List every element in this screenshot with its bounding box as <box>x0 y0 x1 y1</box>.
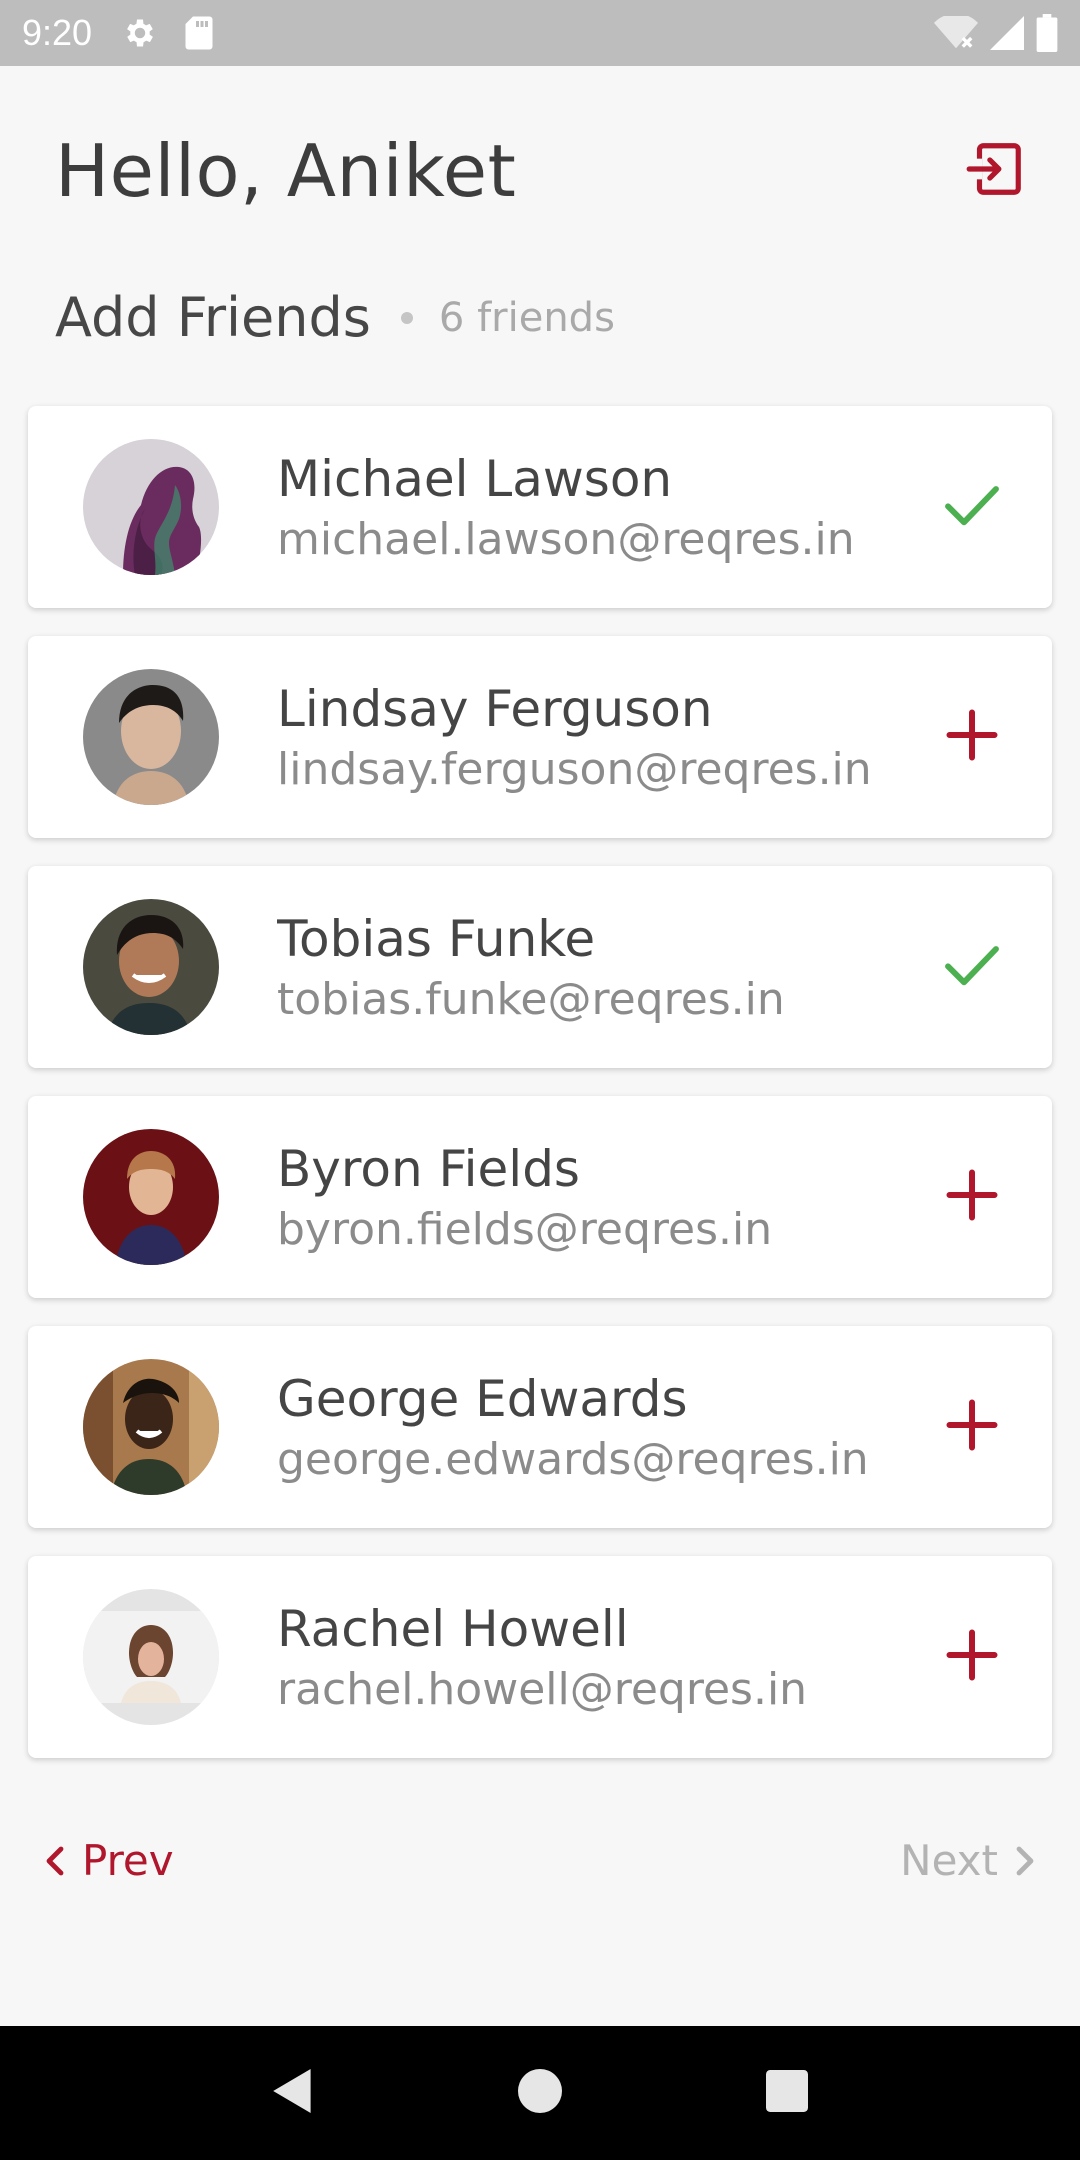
friend-name: Byron Fields <box>277 1139 580 1198</box>
battery-icon <box>1036 14 1058 52</box>
settings-icon <box>122 15 158 51</box>
friend-name: Lindsay Ferguson <box>277 679 713 738</box>
chevron-right-icon <box>1010 1841 1040 1881</box>
added-button[interactable] <box>932 467 1012 547</box>
add-friend-button[interactable] <box>932 1617 1012 1697</box>
status-bar: 9:20 <box>0 0 1080 66</box>
prev-label: Prev <box>82 1836 174 1885</box>
friend-name: George Edwards <box>277 1369 688 1428</box>
recents-square-icon <box>765 2070 808 2116</box>
next-label: Next <box>900 1836 998 1885</box>
friend-name: Michael Lawson <box>277 449 673 508</box>
avatar <box>83 899 219 1035</box>
check-icon <box>940 933 1004 1001</box>
home-circle-icon <box>517 2069 562 2117</box>
home-button[interactable] <box>500 2053 580 2133</box>
wifi-off-icon <box>934 16 978 50</box>
avatar <box>83 1359 219 1495</box>
add-friend-button[interactable] <box>932 1387 1012 1467</box>
friend-email: michael.lawson@reqres.in <box>277 513 855 565</box>
signal-icon <box>990 16 1024 50</box>
avatar <box>83 1129 219 1265</box>
plus-icon <box>942 1395 1002 1459</box>
friend-card[interactable]: Tobias Funke tobias.funke@reqres.in <box>28 866 1052 1068</box>
status-time: 9:20 <box>22 12 93 53</box>
sd-card-icon <box>184 15 214 51</box>
friends-list: Michael Lawson michael.lawson@reqres.in <box>28 406 1052 1786</box>
chevron-left-icon <box>40 1841 70 1881</box>
friend-email: george.edwards@reqres.in <box>277 1433 869 1485</box>
friend-name: Rachel Howell <box>277 1599 629 1658</box>
next-button[interactable]: Next <box>900 1836 1040 1885</box>
header: Hello, Aniket <box>55 116 1040 226</box>
plus-icon <box>942 1165 1002 1229</box>
friend-card[interactable]: Rachel Howell rachel.howell@reqres.in <box>28 1556 1052 1758</box>
logout-button[interactable] <box>950 126 1040 216</box>
prev-button[interactable]: Prev <box>40 1836 174 1885</box>
section-title: Add Friends <box>55 286 371 349</box>
greeting-title: Hello, Aniket <box>55 129 517 213</box>
section-header: Add Friends 6 friends <box>55 286 615 349</box>
logout-icon <box>964 138 1026 204</box>
added-button[interactable] <box>932 927 1012 1007</box>
avatar <box>83 1589 219 1725</box>
friend-email: rachel.howell@reqres.in <box>277 1663 808 1715</box>
friend-card[interactable]: Byron Fields byron.fields@reqres.in <box>28 1096 1052 1298</box>
pagination: Prev Next <box>40 1836 1040 1885</box>
avatar <box>83 669 219 805</box>
app-screen: Hello, Aniket Add Friends 6 friends Mich… <box>0 66 1080 2026</box>
recents-button[interactable] <box>747 2053 827 2133</box>
plus-icon <box>942 705 1002 769</box>
friend-name: Tobias Funke <box>277 909 596 968</box>
friend-card[interactable]: George Edwards george.edwards@reqres.in <box>28 1326 1052 1528</box>
friend-email: tobias.funke@reqres.in <box>277 973 785 1025</box>
friends-count: 6 friends <box>438 294 615 341</box>
avatar <box>83 439 219 575</box>
friend-card[interactable]: Lindsay Ferguson lindsay.ferguson@reqres… <box>28 636 1052 838</box>
back-triangle-icon <box>271 2066 315 2120</box>
plus-icon <box>942 1625 1002 1689</box>
separator-dot <box>400 311 413 324</box>
friend-card[interactable]: Michael Lawson michael.lawson@reqres.in <box>28 406 1052 608</box>
friend-email: byron.fields@reqres.in <box>277 1203 773 1255</box>
add-friend-button[interactable] <box>932 697 1012 777</box>
friend-email: lindsay.ferguson@reqres.in <box>277 743 872 795</box>
check-icon <box>940 473 1004 541</box>
navigation-bar <box>0 2026 1080 2160</box>
back-button[interactable] <box>253 2053 333 2133</box>
add-friend-button[interactable] <box>932 1157 1012 1237</box>
